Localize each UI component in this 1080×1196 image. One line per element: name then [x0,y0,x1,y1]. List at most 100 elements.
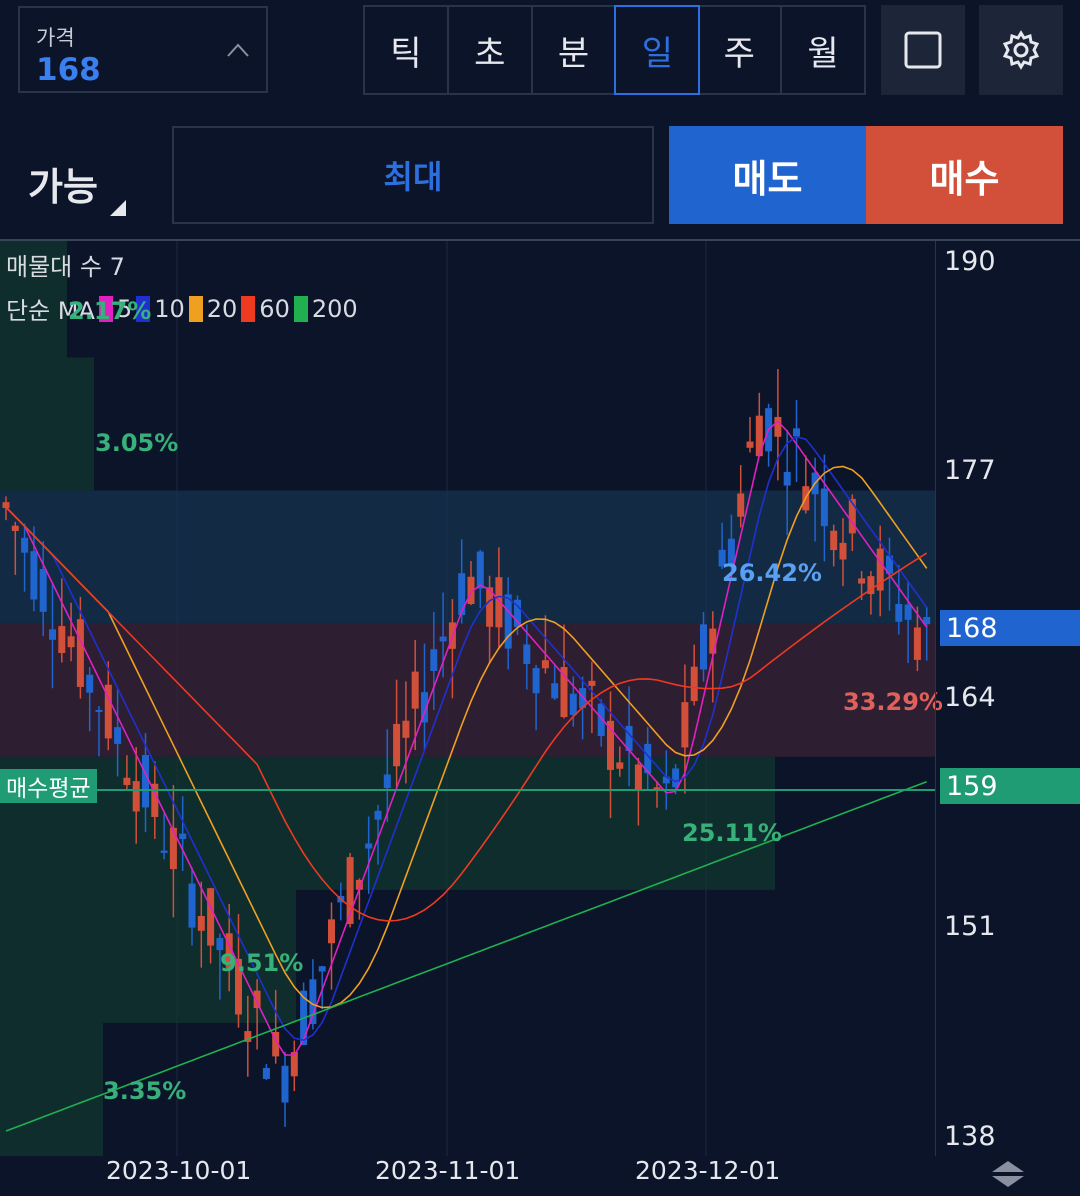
candle-body [169,827,177,870]
settings-button[interactable] [979,5,1063,95]
timeframe-tick[interactable]: 틱 [365,7,449,93]
candle-body [569,693,577,716]
candle-body [114,727,122,744]
order-bar: 가능 최대 매도 매수 [0,120,1080,230]
gear-icon [1002,30,1040,70]
price-selector[interactable]: 가격 168 [18,6,268,93]
ma-60-period: 60 [259,294,290,323]
price-chart[interactable]: 매물대 수 7 단순 MA 5 10 20 60 200 3.35% 9.51%… [0,241,1080,1196]
buy-average-label: 매수평균 [0,769,97,803]
volume-profile-band [0,1022,103,1156]
y-tick-label: 138 [944,1121,996,1152]
candle-body [411,671,419,709]
candle-body [439,636,447,642]
candle-body [746,441,754,448]
candle-body [904,604,912,620]
available-quantity-label[interactable]: 가능 [28,156,98,211]
candle-body [21,537,29,553]
candle-body [30,551,38,600]
candle-body [132,781,140,812]
price-label: 가격 [36,26,75,50]
x-tick-label: 2023-10-01 [106,1156,252,1185]
timeframe-selector: 틱 초 분 일 주 월 [363,5,866,95]
y-tick-label: 190 [944,246,996,277]
ma-20-period: 20 [206,294,238,323]
candle-body [430,649,438,671]
candle-body [95,709,103,712]
candle-body [318,966,326,972]
timeframe-week[interactable]: 주 [698,7,783,93]
fullscreen-button[interactable] [881,5,965,95]
buy-button[interactable]: 매수 [866,126,1063,224]
candle-body [207,888,215,946]
candle-body [700,624,707,670]
timeframe-month[interactable]: 월 [782,7,864,93]
candle-body [160,850,168,853]
scroll-arrows-icon[interactable] [990,1159,1026,1189]
candle-body [476,551,484,589]
candle-body [328,919,335,944]
candle-body [142,754,149,808]
candle-body [737,493,745,517]
timeframe-second[interactable]: 초 [449,7,533,93]
candle-body [49,629,56,640]
volume-profile-pct: 3.35% [103,1077,187,1105]
sell-button[interactable]: 매도 [669,126,866,224]
candle-body [86,674,94,693]
candle-body [365,843,373,849]
candle-body [123,777,131,786]
candle-body [588,680,596,686]
candle-body [188,883,196,928]
candle-body [281,1065,289,1103]
candle-body [253,990,261,1009]
x-tick-label: 2023-12-01 [635,1156,781,1185]
candle-body [681,702,689,748]
candle-body [913,627,921,660]
volume-profile-band [0,357,94,491]
ma-60-swatch [241,295,256,322]
current-price-tag: 168 [940,610,1080,646]
dropdown-corner-icon [110,200,126,216]
candle-body [374,810,382,820]
candle-body [551,683,559,699]
candle-body [402,720,410,738]
candle-body [11,525,19,531]
timeframe-day[interactable]: 일 [614,5,701,95]
candle-body [532,668,540,694]
candle-body [690,666,698,702]
candle-body [262,1068,270,1079]
x-tick-label: 2023-11-01 [375,1156,521,1185]
candle-body [39,569,47,612]
volume-profile-pct: 33.29% [843,688,943,716]
candle-body [383,774,391,789]
price-axis[interactable]: 190 177 164 151 138 [935,241,1080,1156]
chart-canvas[interactable] [0,241,935,1156]
buy-average-price-tag: 159 [940,768,1080,804]
square-icon [904,31,942,69]
volume-profile-pct: 2.17% [68,297,152,325]
volume-profile-pct: 26.42% [722,559,822,587]
ma-200-swatch [293,295,308,322]
candle-body [783,471,791,486]
candle-body [774,416,782,437]
ma-10-period: 10 [154,294,185,323]
volume-profile-pct: 25.11% [682,819,782,847]
max-quantity-button[interactable]: 최대 [172,126,654,224]
candle-body [67,636,75,648]
candle-body [2,502,10,508]
candle-body [793,428,800,437]
candle-body [523,644,531,664]
volume-profile-pct: 3.05% [95,429,179,457]
y-tick-label: 164 [944,682,996,713]
candle-body [895,603,903,622]
volume-profile-pct: 9.51% [220,949,304,977]
candle-body [179,833,187,840]
timeframe-minute[interactable]: 분 [533,7,617,93]
top-toolbar: 가격 168 틱 초 분 일 주 월 [0,0,1080,110]
y-tick-label: 151 [944,911,996,942]
candle-body [197,915,205,931]
candle-body [839,542,847,560]
candle-body [458,573,466,616]
candle-body [616,762,624,769]
candle-body [830,530,838,551]
